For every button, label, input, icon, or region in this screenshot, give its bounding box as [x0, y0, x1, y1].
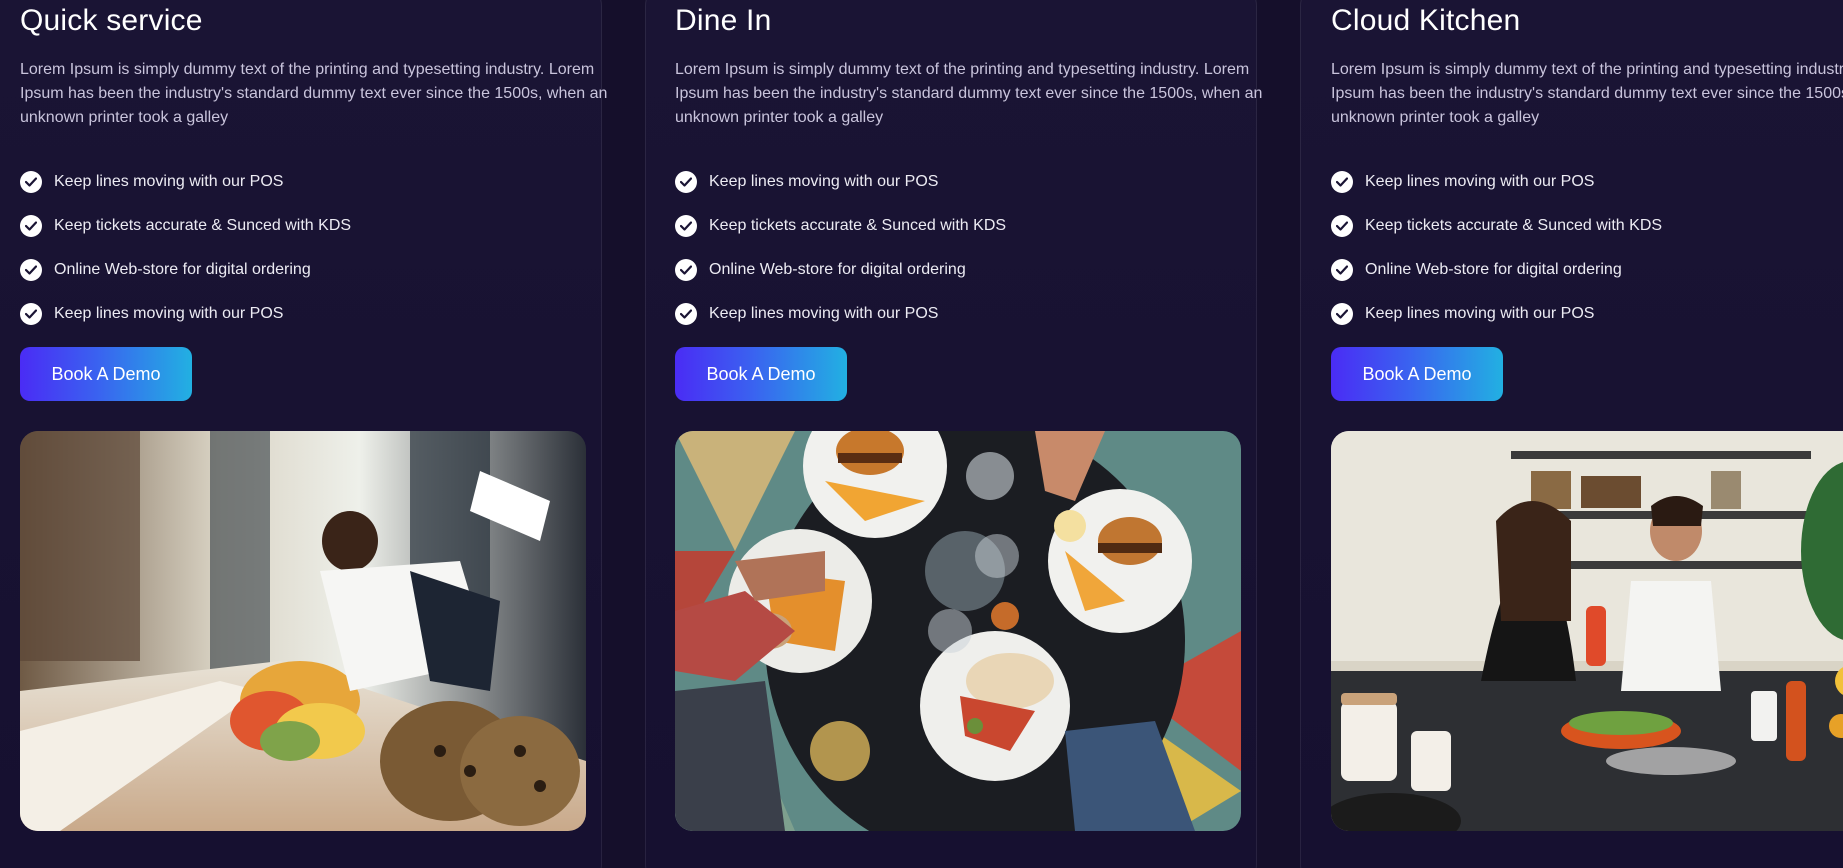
check-icon	[20, 303, 42, 325]
card-cloud-kitchen: Cloud Kitchen Lorem Ipsum is simply dumm…	[1300, 0, 1843, 868]
solutions-carousel: Quick service Lorem Ipsum is simply dumm…	[0, 0, 1843, 868]
feature-list: Keep lines moving with our POS Keep tick…	[1331, 171, 1662, 347]
card-description: Lorem Ipsum is simply dummy text of the …	[675, 61, 1263, 126]
kitchen-cooking-photo	[1331, 431, 1843, 831]
feature-list: Keep lines moving with our POS Keep tick…	[20, 171, 351, 347]
check-icon	[675, 259, 697, 281]
feature-text: Keep lines moving with our POS	[54, 305, 284, 322]
feature-text: Online Web-store for digital ordering	[1365, 261, 1622, 278]
feature-text: Keep lines moving with our POS	[54, 173, 284, 190]
check-icon	[20, 259, 42, 281]
feature-text: Keep lines moving with our POS	[709, 305, 939, 322]
feature-item: Keep tickets accurate & Sunced with KDS	[1331, 215, 1662, 237]
check-icon	[675, 171, 697, 193]
check-icon	[1331, 171, 1353, 193]
book-demo-button[interactable]: Book A Demo	[675, 347, 847, 401]
feature-text: Online Web-store for digital ordering	[709, 261, 966, 278]
feature-item: Keep lines moving with our POS	[1331, 171, 1662, 193]
check-icon	[1331, 303, 1353, 325]
check-icon	[1331, 215, 1353, 237]
card-title: Quick service	[20, 4, 203, 37]
feature-item: Keep lines moving with our POS	[675, 171, 1006, 193]
feature-item: Keep tickets accurate & Sunced with KDS	[675, 215, 1006, 237]
restaurant-waiter-photo	[20, 431, 586, 831]
card-title: Dine In	[675, 4, 772, 37]
check-icon	[20, 171, 42, 193]
book-demo-button[interactable]: Book A Demo	[20, 347, 192, 401]
feature-text: Keep tickets accurate & Sunced with KDS	[709, 217, 1007, 234]
feature-item: Online Web-store for digital ordering	[675, 259, 1006, 281]
card-description: Lorem Ipsum is simply dummy text of the …	[1331, 61, 1843, 126]
card-quick-service: Quick service Lorem Ipsum is simply dumm…	[0, 0, 607, 868]
check-icon	[1331, 259, 1353, 281]
feature-text: Keep lines moving with our POS	[1365, 305, 1595, 322]
check-icon	[20, 215, 42, 237]
feature-item: Keep lines moving with our POS	[675, 303, 1006, 325]
burgers-table-photo	[675, 431, 1241, 831]
feature-item: Online Web-store for digital ordering	[1331, 259, 1662, 281]
card-dine-in: Dine In Lorem Ipsum is simply dummy text…	[645, 0, 1262, 868]
feature-text: Keep lines moving with our POS	[1365, 173, 1595, 190]
check-icon	[675, 303, 697, 325]
feature-text: Keep lines moving with our POS	[709, 173, 939, 190]
card-description: Lorem Ipsum is simply dummy text of the …	[20, 61, 608, 126]
feature-item: Keep lines moving with our POS	[20, 303, 351, 325]
feature-item: Keep lines moving with our POS	[1331, 303, 1662, 325]
feature-item: Keep lines moving with our POS	[20, 171, 351, 193]
feature-item: Keep tickets accurate & Sunced with KDS	[20, 215, 351, 237]
check-icon	[675, 215, 697, 237]
feature-list: Keep lines moving with our POS Keep tick…	[675, 171, 1006, 347]
feature-item: Online Web-store for digital ordering	[20, 259, 351, 281]
feature-text: Online Web-store for digital ordering	[54, 261, 311, 278]
feature-text: Keep tickets accurate & Sunced with KDS	[1365, 217, 1663, 234]
book-demo-button[interactable]: Book A Demo	[1331, 347, 1503, 401]
card-title: Cloud Kitchen	[1331, 4, 1521, 37]
feature-text: Keep tickets accurate & Sunced with KDS	[54, 217, 352, 234]
